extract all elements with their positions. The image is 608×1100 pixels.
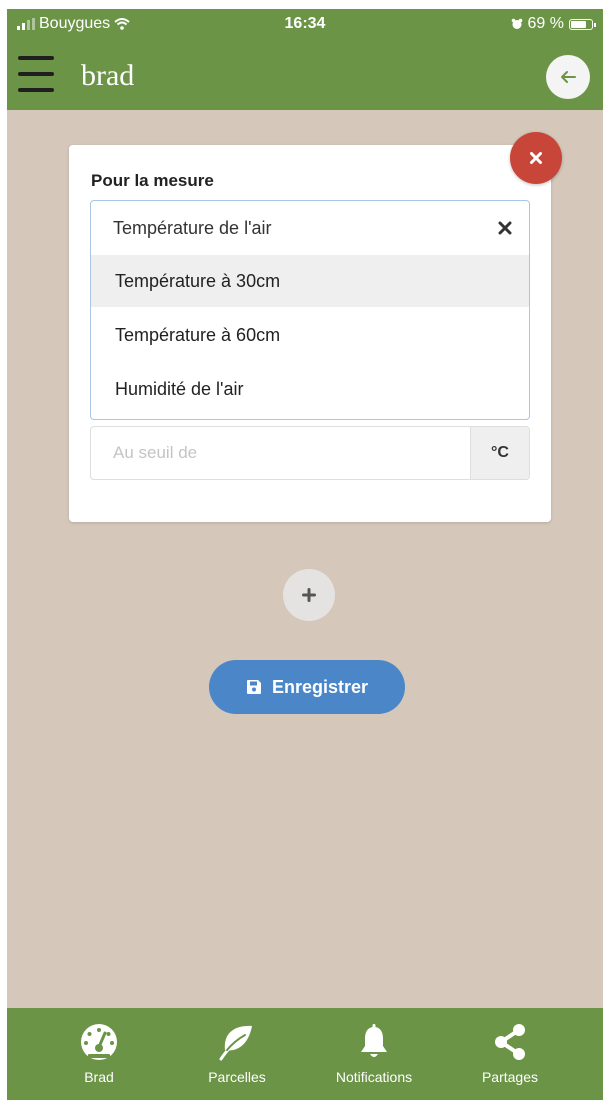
- plus-icon: [302, 588, 316, 602]
- page-title: brad: [81, 59, 135, 92]
- alarm-icon: [511, 18, 522, 29]
- battery-icon: [569, 18, 596, 30]
- select-option[interactable]: Température à 30cm: [91, 255, 529, 307]
- leaf-icon: [219, 1025, 252, 1061]
- alert-card: Pour la mesure Température de l'air Temp…: [69, 145, 551, 522]
- arrow-left-icon: [561, 71, 576, 83]
- nav-item-brad[interactable]: Brad: [39, 1008, 159, 1100]
- measure-label: Pour la mesure: [91, 171, 214, 190]
- close-icon: [530, 152, 542, 164]
- share-icon: [495, 1024, 525, 1060]
- status-bar: Bouygues 16:34 69 %: [7, 9, 603, 37]
- unit-label: °C: [470, 427, 529, 479]
- select-option[interactable]: Température à 60cm: [91, 309, 529, 361]
- app-screen: Bouygues 16:34 69 % brad Pour la mesure …: [7, 9, 603, 1100]
- measure-select[interactable]: Température de l'air Température à 30cm …: [90, 200, 530, 420]
- add-condition-button[interactable]: [283, 569, 335, 621]
- select-value: Température de l'air: [113, 218, 272, 238]
- dashboard-gauge-icon: [81, 1024, 117, 1060]
- save-label: Enregistrer: [271, 676, 369, 697]
- nav-label-partages: Partages: [481, 1069, 539, 1085]
- nav-label-notifications: Notifications: [335, 1069, 413, 1085]
- threshold-group: °C: [90, 426, 530, 480]
- clear-selection-icon[interactable]: [497, 220, 513, 236]
- nav-item-partages[interactable]: Partages: [450, 1008, 570, 1100]
- status-right: 69 %: [511, 15, 596, 33]
- battery-percent: 69 %: [527, 15, 564, 32]
- nav-label-parcelles: Parcelles: [208, 1069, 266, 1085]
- bell-icon: [361, 1024, 387, 1057]
- back-button[interactable]: [546, 55, 590, 99]
- nav-label-brad: Brad: [84, 1069, 114, 1085]
- save-button[interactable]: Enregistrer: [209, 660, 405, 714]
- app-header: Bouygues 16:34 69 % brad: [7, 9, 603, 110]
- bottom-nav: Brad Parcelles Notifications Partages: [7, 1008, 603, 1100]
- nav-item-parcelles[interactable]: Parcelles: [177, 1008, 297, 1100]
- nav-item-notifications[interactable]: Notifications: [314, 1008, 434, 1100]
- close-card-button[interactable]: [510, 132, 562, 184]
- floppy-disk-icon: [246, 680, 261, 694]
- select-option[interactable]: Humidité de l'air: [91, 363, 529, 415]
- threshold-input[interactable]: [91, 427, 471, 479]
- hamburger-icon[interactable]: [18, 56, 54, 94]
- select-selected[interactable]: Température de l'air: [91, 201, 529, 255]
